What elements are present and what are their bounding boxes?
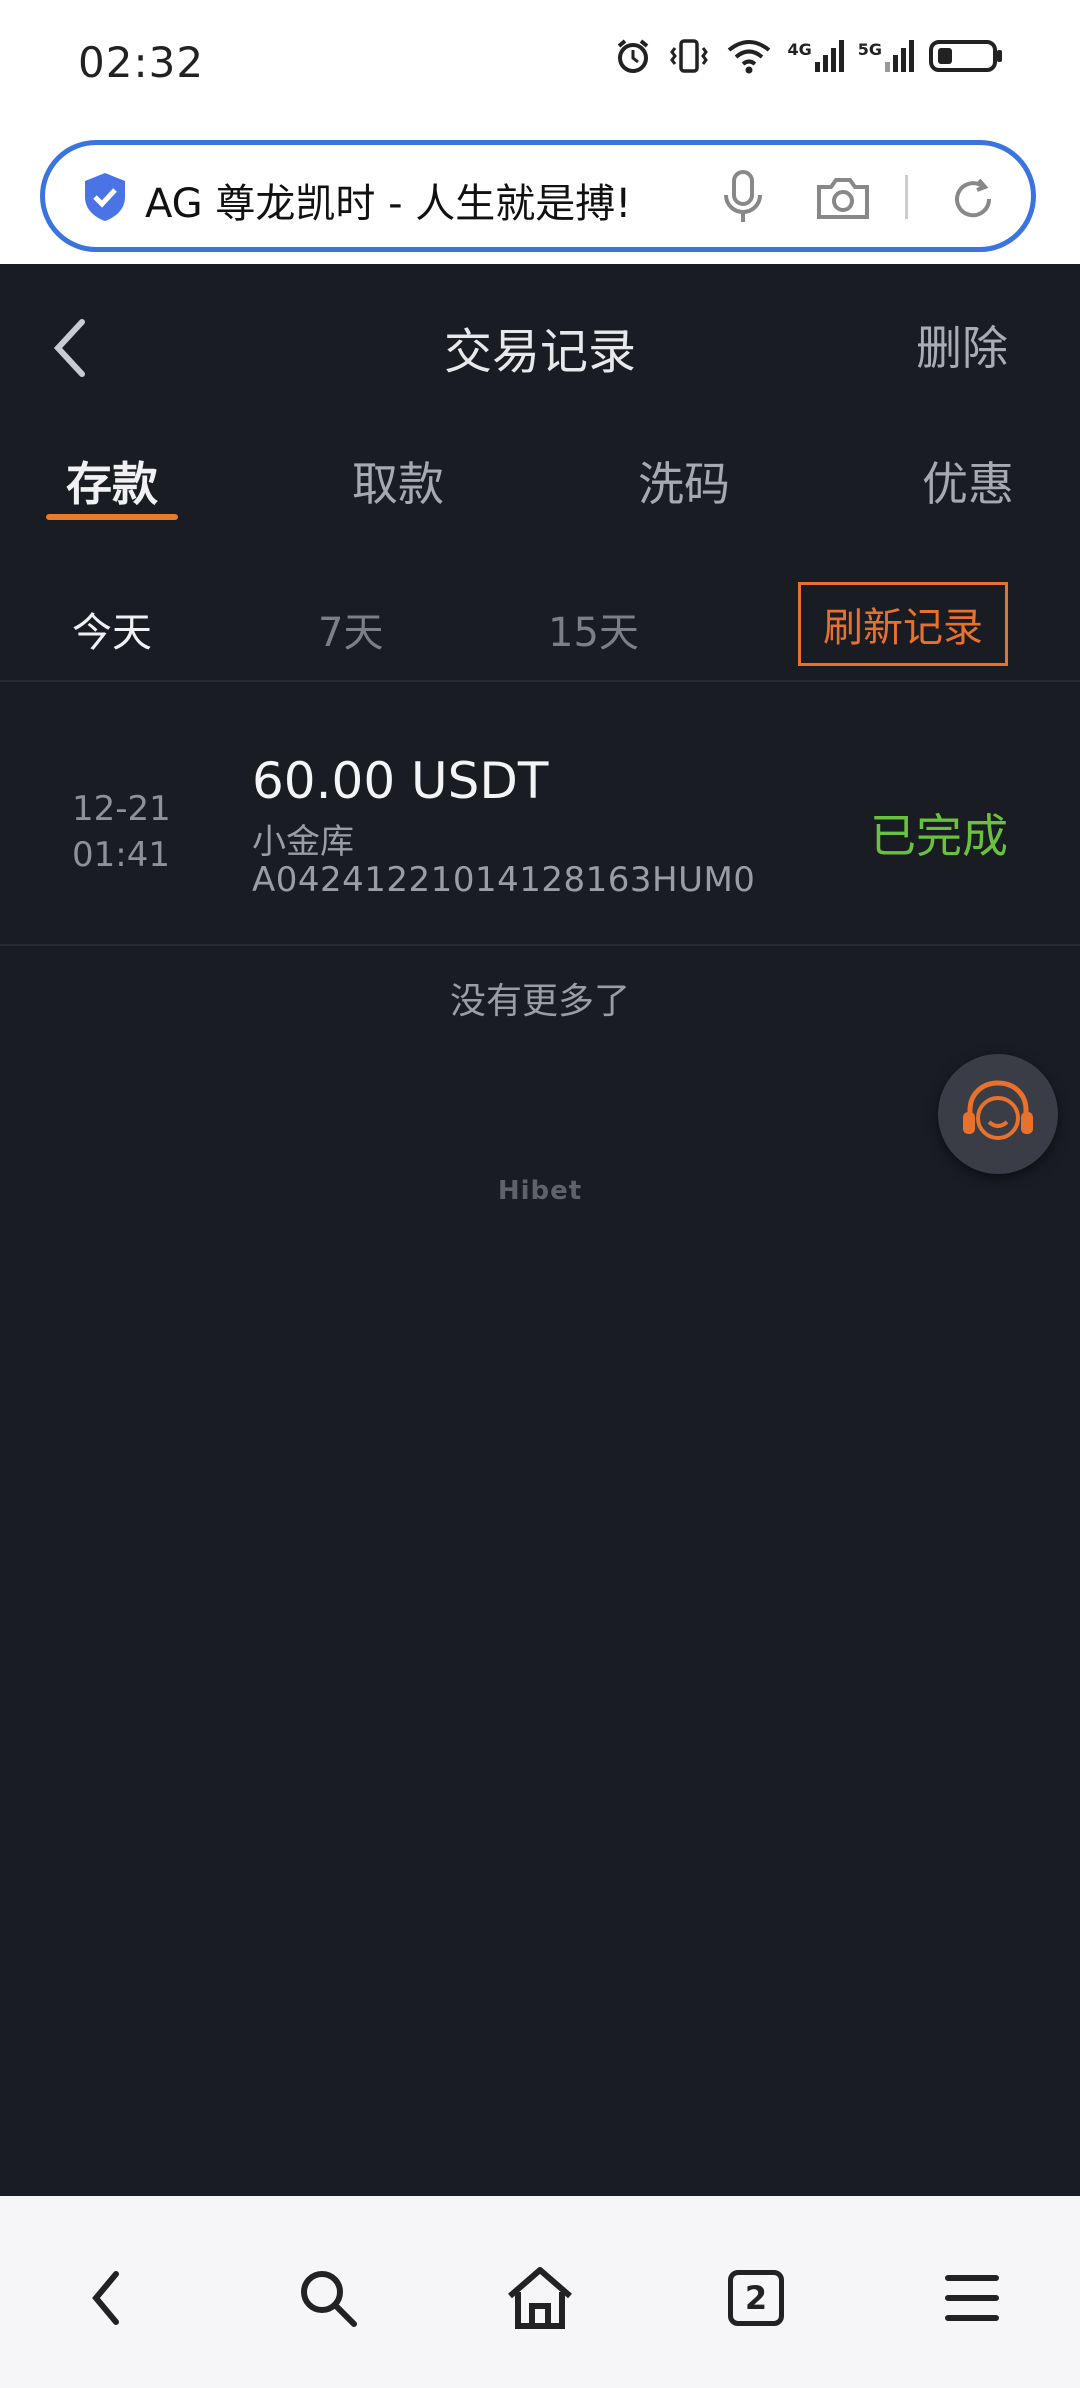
microphone-icon[interactable] <box>721 169 765 225</box>
tab-withdraw[interactable]: 取款 <box>352 448 444 514</box>
tab-count-icon: 2 <box>728 2270 784 2326</box>
transaction-amount: 60.00 USDT <box>252 752 549 810</box>
no-more-text: 没有更多了 <box>449 981 630 1022</box>
tab-promotion[interactable]: 优惠 <box>922 448 1014 514</box>
date-filter-bar: 今天 7天 15天 刷新记录 <box>0 570 1080 682</box>
battery-icon <box>929 40 1002 72</box>
menu-icon <box>945 2275 999 2321</box>
browser-bottom-nav: 2 <box>0 2196 1080 2388</box>
headset-icon <box>963 1080 1033 1140</box>
alarm-icon <box>618 39 649 73</box>
brand-logo: Hibet <box>497 1176 583 1206</box>
camera-icon[interactable] <box>815 175 871 221</box>
nav-menu-button[interactable] <box>932 2258 1012 2338</box>
signal-4g-icon: 4G <box>787 40 844 72</box>
transaction-datetime: 12-21 01:41 <box>72 786 171 878</box>
browser-address-bar: AG 尊龙凯时 - 人生就是搏! <box>0 130 1080 264</box>
net-type-5g: 5G <box>857 40 882 59</box>
nav-back-button[interactable] <box>66 2258 146 2338</box>
url-page-title: AG 尊龙凯时 - 人生就是搏! <box>145 181 632 227</box>
delete-button[interactable]: 删除 <box>916 312 1008 378</box>
wifi-icon <box>728 40 771 74</box>
status-icons: 4G 5G <box>613 36 1004 76</box>
net-type-4g: 4G <box>787 40 812 59</box>
status-time: 02:32 <box>78 38 205 87</box>
transaction-date: 12-21 <box>72 789 171 829</box>
nav-search-button[interactable] <box>288 2258 368 2338</box>
transaction-status: 已完成 <box>870 809 1008 863</box>
tab-rebate[interactable]: 洗码 <box>638 448 730 514</box>
nav-tabs-button[interactable]: 2 <box>716 2258 796 2338</box>
search-icon <box>301 2271 357 2327</box>
active-tab-indicator <box>46 514 178 520</box>
refresh-icon[interactable] <box>949 175 997 223</box>
status-bar: 02:32 4G 5G <box>0 0 1080 130</box>
signal-5g-icon: 5G <box>858 40 914 72</box>
chevron-left-icon <box>92 2271 119 2325</box>
customer-service-button[interactable] <box>938 1054 1058 1174</box>
transaction-channel: 小金库 <box>252 822 354 862</box>
page-header: 交易记录 删除 <box>0 264 1080 424</box>
filter-today[interactable]: 今天 <box>72 600 152 658</box>
url-divider <box>905 175 908 219</box>
home-icon <box>508 2267 572 2329</box>
transaction-time: 01:41 <box>72 835 170 875</box>
filter-15-days[interactable]: 15天 <box>548 600 639 658</box>
filter-7-days[interactable]: 7天 <box>318 600 383 658</box>
shield-check-icon <box>85 173 125 221</box>
url-field[interactable]: AG 尊龙凯时 - 人生就是搏! <box>40 140 1036 252</box>
transaction-order-id: A04241221014128163HUM0 <box>252 860 756 900</box>
tab-bar: 存款 取款 洗码 优惠 <box>0 430 1080 530</box>
refresh-records-button[interactable]: 刷新记录 <box>798 582 1008 666</box>
tab-deposit[interactable]: 存款 <box>66 448 158 514</box>
transaction-row[interactable]: 12-21 01:41 60.00 USDT 小金库 A042412210141… <box>0 690 1080 946</box>
nav-home-button[interactable] <box>500 2258 580 2338</box>
tab-count: 2 <box>744 2279 768 2317</box>
vibrate-icon <box>670 39 709 73</box>
